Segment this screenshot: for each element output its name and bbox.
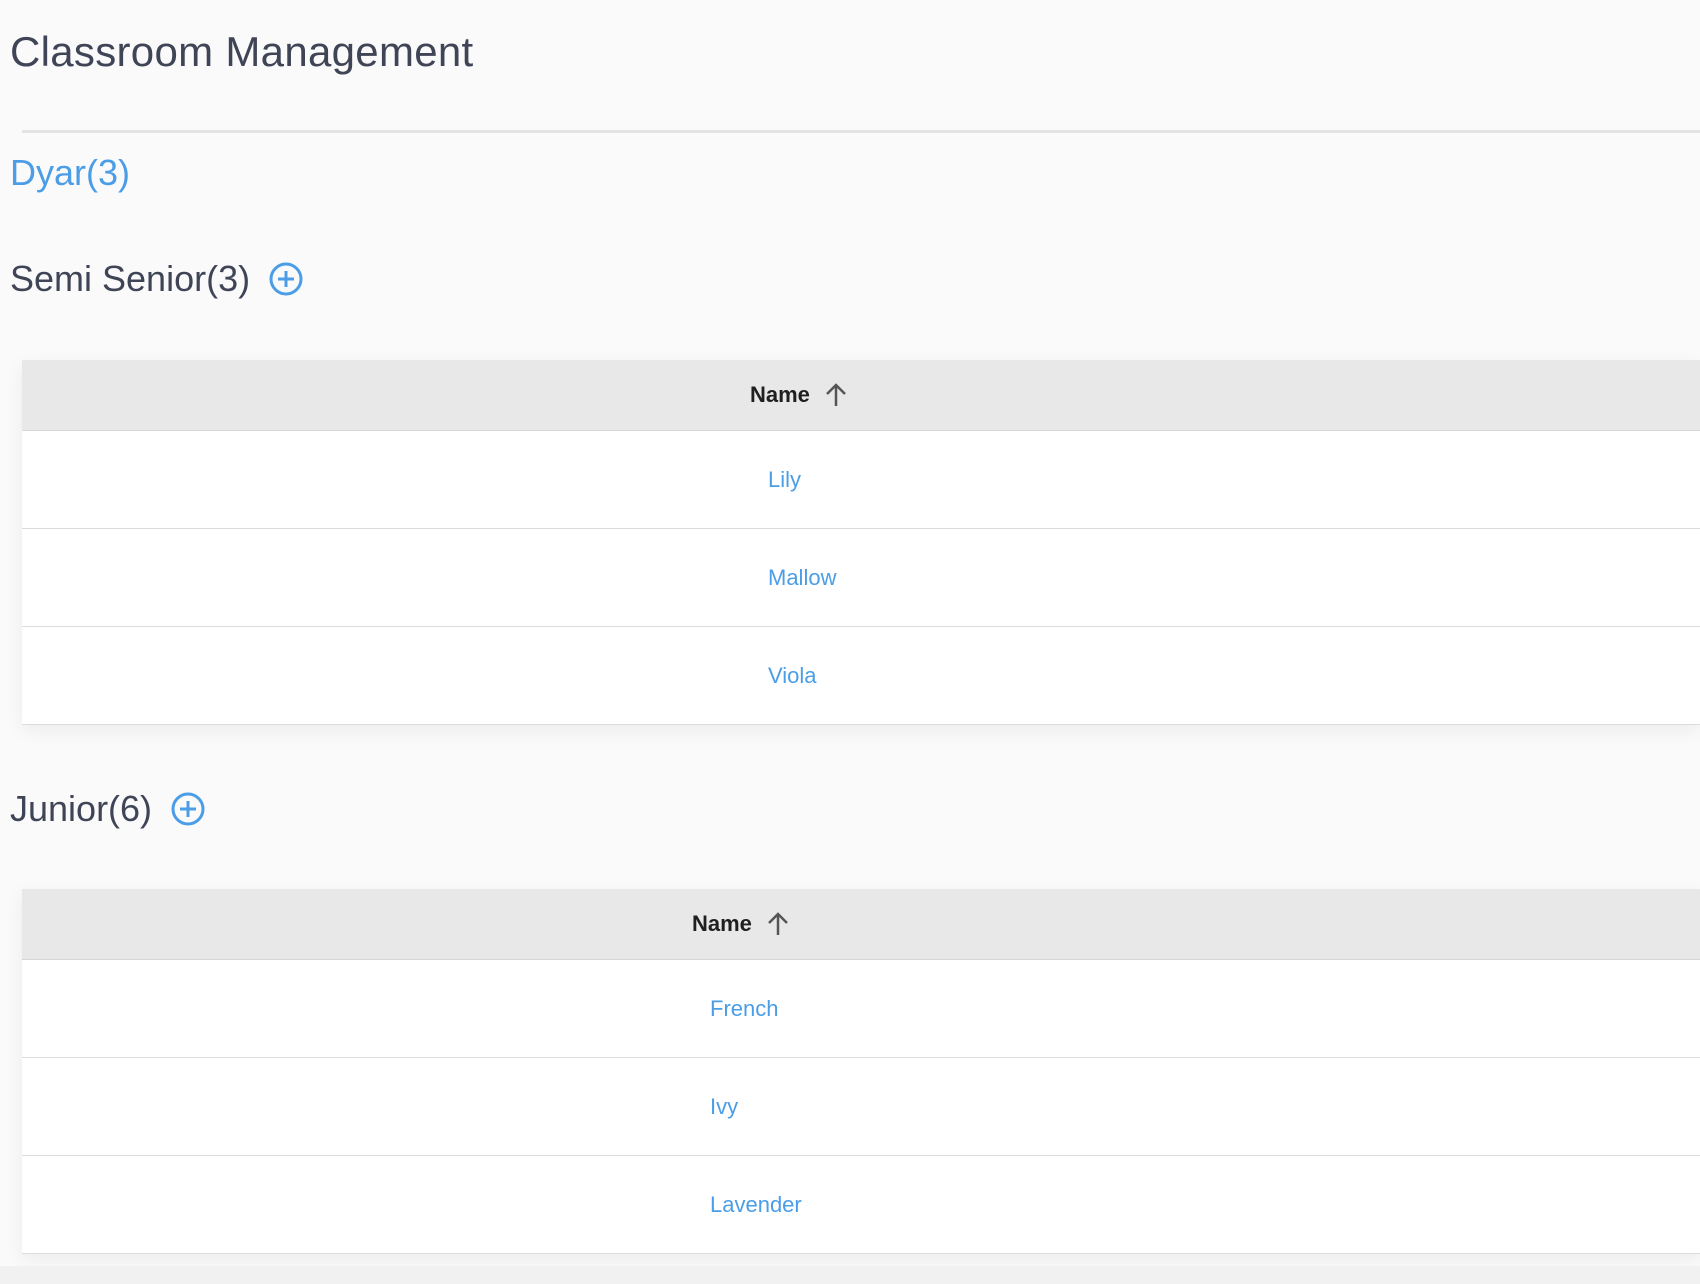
page-title: Classroom Management: [10, 28, 474, 75]
column-header-name[interactable]: Name: [750, 360, 850, 430]
student-name-link[interactable]: French: [710, 960, 778, 1057]
students-table-semi-senior: Name Lily Mallow Viola: [22, 360, 1700, 725]
arrow-up-icon[interactable]: [764, 910, 792, 938]
divider: [22, 130, 1700, 133]
table-row: Lavender: [22, 1156, 1700, 1254]
students-table-junior: Name French Ivy Lavender: [22, 889, 1700, 1254]
table-row: Ivy: [22, 1058, 1700, 1156]
column-header-label: Name: [692, 911, 752, 936]
section-title: Semi Senior(3): [10, 258, 251, 299]
student-name-link[interactable]: Ivy: [710, 1058, 738, 1155]
student-name-link[interactable]: Viola: [768, 627, 817, 724]
column-header-name[interactable]: Name: [692, 889, 792, 959]
student-name-link[interactable]: Lily: [768, 431, 801, 528]
table-header: Name: [22, 360, 1700, 431]
class-title[interactable]: Dyar(3): [10, 152, 130, 194]
add-circle-icon[interactable]: [170, 791, 206, 827]
add-circle-icon[interactable]: [268, 261, 304, 297]
page-bottom-edge: [0, 1266, 1700, 1284]
table-row: French: [22, 960, 1700, 1058]
arrow-up-icon[interactable]: [822, 381, 850, 409]
student-name-link[interactable]: Mallow: [768, 529, 836, 626]
table-row: Mallow: [22, 529, 1700, 627]
table-row: Viola: [22, 627, 1700, 725]
section-header-junior: Junior(6): [10, 788, 206, 830]
section-header-semi-senior: Semi Senior(3): [10, 258, 304, 300]
column-header-label: Name: [750, 382, 810, 407]
student-name-link[interactable]: Lavender: [710, 1156, 802, 1253]
table-row: Lily: [22, 431, 1700, 529]
table-header: Name: [22, 889, 1700, 960]
section-title: Junior(6): [10, 788, 153, 829]
